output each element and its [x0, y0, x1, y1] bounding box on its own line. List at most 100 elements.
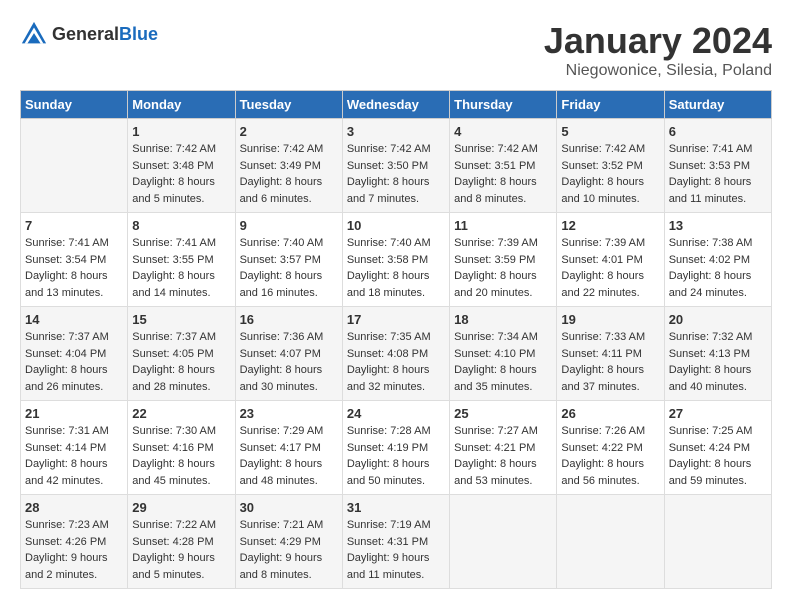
day-info: Sunrise: 7:41 AMSunset: 3:55 PMDaylight:…: [132, 235, 230, 301]
sunrise-text: Sunrise: 7:30 AM: [132, 423, 230, 440]
daylight-text: Daylight: 8 hours and 50 minutes.: [347, 456, 445, 489]
sunrise-text: Sunrise: 7:37 AM: [25, 329, 123, 346]
sunrise-text: Sunrise: 7:42 AM: [132, 141, 230, 158]
sunset-text: Sunset: 3:48 PM: [132, 158, 230, 175]
day-number: 22: [132, 406, 230, 421]
sunset-text: Sunset: 4:24 PM: [669, 440, 767, 457]
calendar-cell: 30Sunrise: 7:21 AMSunset: 4:29 PMDayligh…: [235, 495, 342, 589]
calendar-cell: 17Sunrise: 7:35 AMSunset: 4:08 PMDayligh…: [342, 307, 449, 401]
day-info: Sunrise: 7:19 AMSunset: 4:31 PMDaylight:…: [347, 517, 445, 583]
day-header-monday: Monday: [128, 91, 235, 119]
day-number: 8: [132, 218, 230, 233]
day-info: Sunrise: 7:35 AMSunset: 4:08 PMDaylight:…: [347, 329, 445, 395]
day-number: 27: [669, 406, 767, 421]
sunrise-text: Sunrise: 7:40 AM: [347, 235, 445, 252]
sunset-text: Sunset: 4:05 PM: [132, 346, 230, 363]
day-number: 15: [132, 312, 230, 327]
calendar-cell: [21, 119, 128, 213]
calendar-cell: 28Sunrise: 7:23 AMSunset: 4:26 PMDayligh…: [21, 495, 128, 589]
daylight-text: Daylight: 8 hours and 24 minutes.: [669, 268, 767, 301]
sunset-text: Sunset: 4:10 PM: [454, 346, 552, 363]
sunset-text: Sunset: 3:59 PM: [454, 252, 552, 269]
calendar-cell: 22 Sunrise: 7:30 AMSunset: 4:16 PMDayligh…: [128, 401, 235, 495]
day-info: Sunrise: 7:28 AMSunset: 4:19 PMDaylight:…: [347, 423, 445, 489]
daylight-text: Daylight: 8 hours and 59 minutes.: [669, 456, 767, 489]
calendar-cell: 12Sunrise: 7:39 AMSunset: 4:01 PMDayligh…: [557, 213, 664, 307]
day-info: Sunrise: 7:27 AMSunset: 4:21 PMDaylight:…: [454, 423, 552, 489]
day-number: 13: [669, 218, 767, 233]
sunset-text: Sunset: 3:49 PM: [240, 158, 338, 175]
sunrise-text: Sunrise: 7:31 AM: [25, 423, 123, 440]
day-number: 29: [132, 500, 230, 515]
day-info: Sunrise: 7:31 AMSunset: 4:14 PMDaylight:…: [25, 423, 123, 489]
calendar-cell: 26Sunrise: 7:26 AMSunset: 4:22 PMDayligh…: [557, 401, 664, 495]
month-title: January 2024: [544, 20, 772, 62]
sunset-text: Sunset: 4:11 PM: [561, 346, 659, 363]
sunset-text: Sunset: 3:58 PM: [347, 252, 445, 269]
day-info: Sunrise: 7:22 AMSunset: 4:28 PMDaylight:…: [132, 517, 230, 583]
day-header-thursday: Thursday: [450, 91, 557, 119]
calendar-cell: 19Sunrise: 7:33 AMSunset: 4:11 PMDayligh…: [557, 307, 664, 401]
daylight-text: Daylight: 9 hours and 11 minutes.: [347, 550, 445, 583]
day-number: 23: [240, 406, 338, 421]
daylight-text: Daylight: 8 hours and 6 minutes.: [240, 174, 338, 207]
calendar-week-row: 28Sunrise: 7:23 AMSunset: 4:26 PMDayligh…: [21, 495, 772, 589]
sunset-text: Sunset: 4:28 PM: [132, 534, 230, 551]
day-info: Sunrise: 7:30 AMSunset: 4:16 PMDaylight:…: [132, 423, 230, 489]
sunrise-text: Sunrise: 7:26 AM: [561, 423, 659, 440]
day-info: Sunrise: 7:41 AMSunset: 3:54 PMDaylight:…: [25, 235, 123, 301]
sunset-text: Sunset: 4:17 PM: [240, 440, 338, 457]
sunset-text: Sunset: 4:16 PM: [132, 440, 230, 457]
daylight-text: Daylight: 8 hours and 40 minutes.: [669, 362, 767, 395]
daylight-text: Daylight: 8 hours and 53 minutes.: [454, 456, 552, 489]
day-header-friday: Friday: [557, 91, 664, 119]
calendar-cell: 15 Sunrise: 7:37 AMSunset: 4:05 PMDayligh…: [128, 307, 235, 401]
day-info: Sunrise: 7:37 AMSunset: 4:05 PMDaylight:…: [132, 329, 230, 395]
sunset-text: Sunset: 4:22 PM: [561, 440, 659, 457]
sunrise-text: Sunrise: 7:42 AM: [347, 141, 445, 158]
sunrise-text: Sunrise: 7:35 AM: [347, 329, 445, 346]
day-info: Sunrise: 7:37 AMSunset: 4:04 PMDaylight:…: [25, 329, 123, 395]
sunrise-text: Sunrise: 7:42 AM: [561, 141, 659, 158]
daylight-text: Daylight: 8 hours and 32 minutes.: [347, 362, 445, 395]
calendar-cell: 7Sunrise: 7:41 AMSunset: 3:54 PMDaylight…: [21, 213, 128, 307]
sunset-text: Sunset: 4:01 PM: [561, 252, 659, 269]
calendar-week-row: 1Sunrise: 7:42 AMSunset: 3:48 PMDaylight…: [21, 119, 772, 213]
day-number: 20: [669, 312, 767, 327]
daylight-text: Daylight: 8 hours and 28 minutes.: [132, 362, 230, 395]
calendar-cell: 3Sunrise: 7:42 AMSunset: 3:50 PMDaylight…: [342, 119, 449, 213]
sunrise-text: Sunrise: 7:42 AM: [240, 141, 338, 158]
day-info: Sunrise: 7:33 AMSunset: 4:11 PMDaylight:…: [561, 329, 659, 395]
calendar-cell: 1Sunrise: 7:42 AMSunset: 3:48 PMDaylight…: [128, 119, 235, 213]
calendar-cell: 5Sunrise: 7:42 AMSunset: 3:52 PMDaylight…: [557, 119, 664, 213]
sunset-text: Sunset: 4:07 PM: [240, 346, 338, 363]
sunrise-text: Sunrise: 7:39 AM: [454, 235, 552, 252]
calendar-cell: 31Sunrise: 7:19 AMSunset: 4:31 PMDayligh…: [342, 495, 449, 589]
day-info: Sunrise: 7:36 AMSunset: 4:07 PMDaylight:…: [240, 329, 338, 395]
daylight-text: Daylight: 8 hours and 7 minutes.: [347, 174, 445, 207]
day-info: Sunrise: 7:40 AMSunset: 3:58 PMDaylight:…: [347, 235, 445, 301]
logo-general-text: General: [52, 24, 119, 44]
daylight-text: Daylight: 8 hours and 10 minutes.: [561, 174, 659, 207]
daylight-text: Daylight: 8 hours and 56 minutes.: [561, 456, 659, 489]
daylight-text: Daylight: 9 hours and 8 minutes.: [240, 550, 338, 583]
sunrise-text: Sunrise: 7:38 AM: [669, 235, 767, 252]
sunset-text: Sunset: 4:02 PM: [669, 252, 767, 269]
sunset-text: Sunset: 4:19 PM: [347, 440, 445, 457]
sunset-text: Sunset: 3:55 PM: [132, 252, 230, 269]
day-info: Sunrise: 7:40 AMSunset: 3:57 PMDaylight:…: [240, 235, 338, 301]
day-number: 24: [347, 406, 445, 421]
day-number: 9: [240, 218, 338, 233]
day-number: 28: [25, 500, 123, 515]
sunset-text: Sunset: 4:08 PM: [347, 346, 445, 363]
day-info: Sunrise: 7:42 AMSunset: 3:50 PMDaylight:…: [347, 141, 445, 207]
day-info: Sunrise: 7:41 AMSunset: 3:53 PMDaylight:…: [669, 141, 767, 207]
sunrise-text: Sunrise: 7:42 AM: [454, 141, 552, 158]
day-info: Sunrise: 7:32 AMSunset: 4:13 PMDaylight:…: [669, 329, 767, 395]
day-info: Sunrise: 7:39 AMSunset: 4:01 PMDaylight:…: [561, 235, 659, 301]
day-number: 5: [561, 124, 659, 139]
sunset-text: Sunset: 4:21 PM: [454, 440, 552, 457]
calendar-cell: [450, 495, 557, 589]
location-subtitle: Niegowonice, Silesia, Poland: [544, 62, 772, 80]
sunset-text: Sunset: 3:51 PM: [454, 158, 552, 175]
